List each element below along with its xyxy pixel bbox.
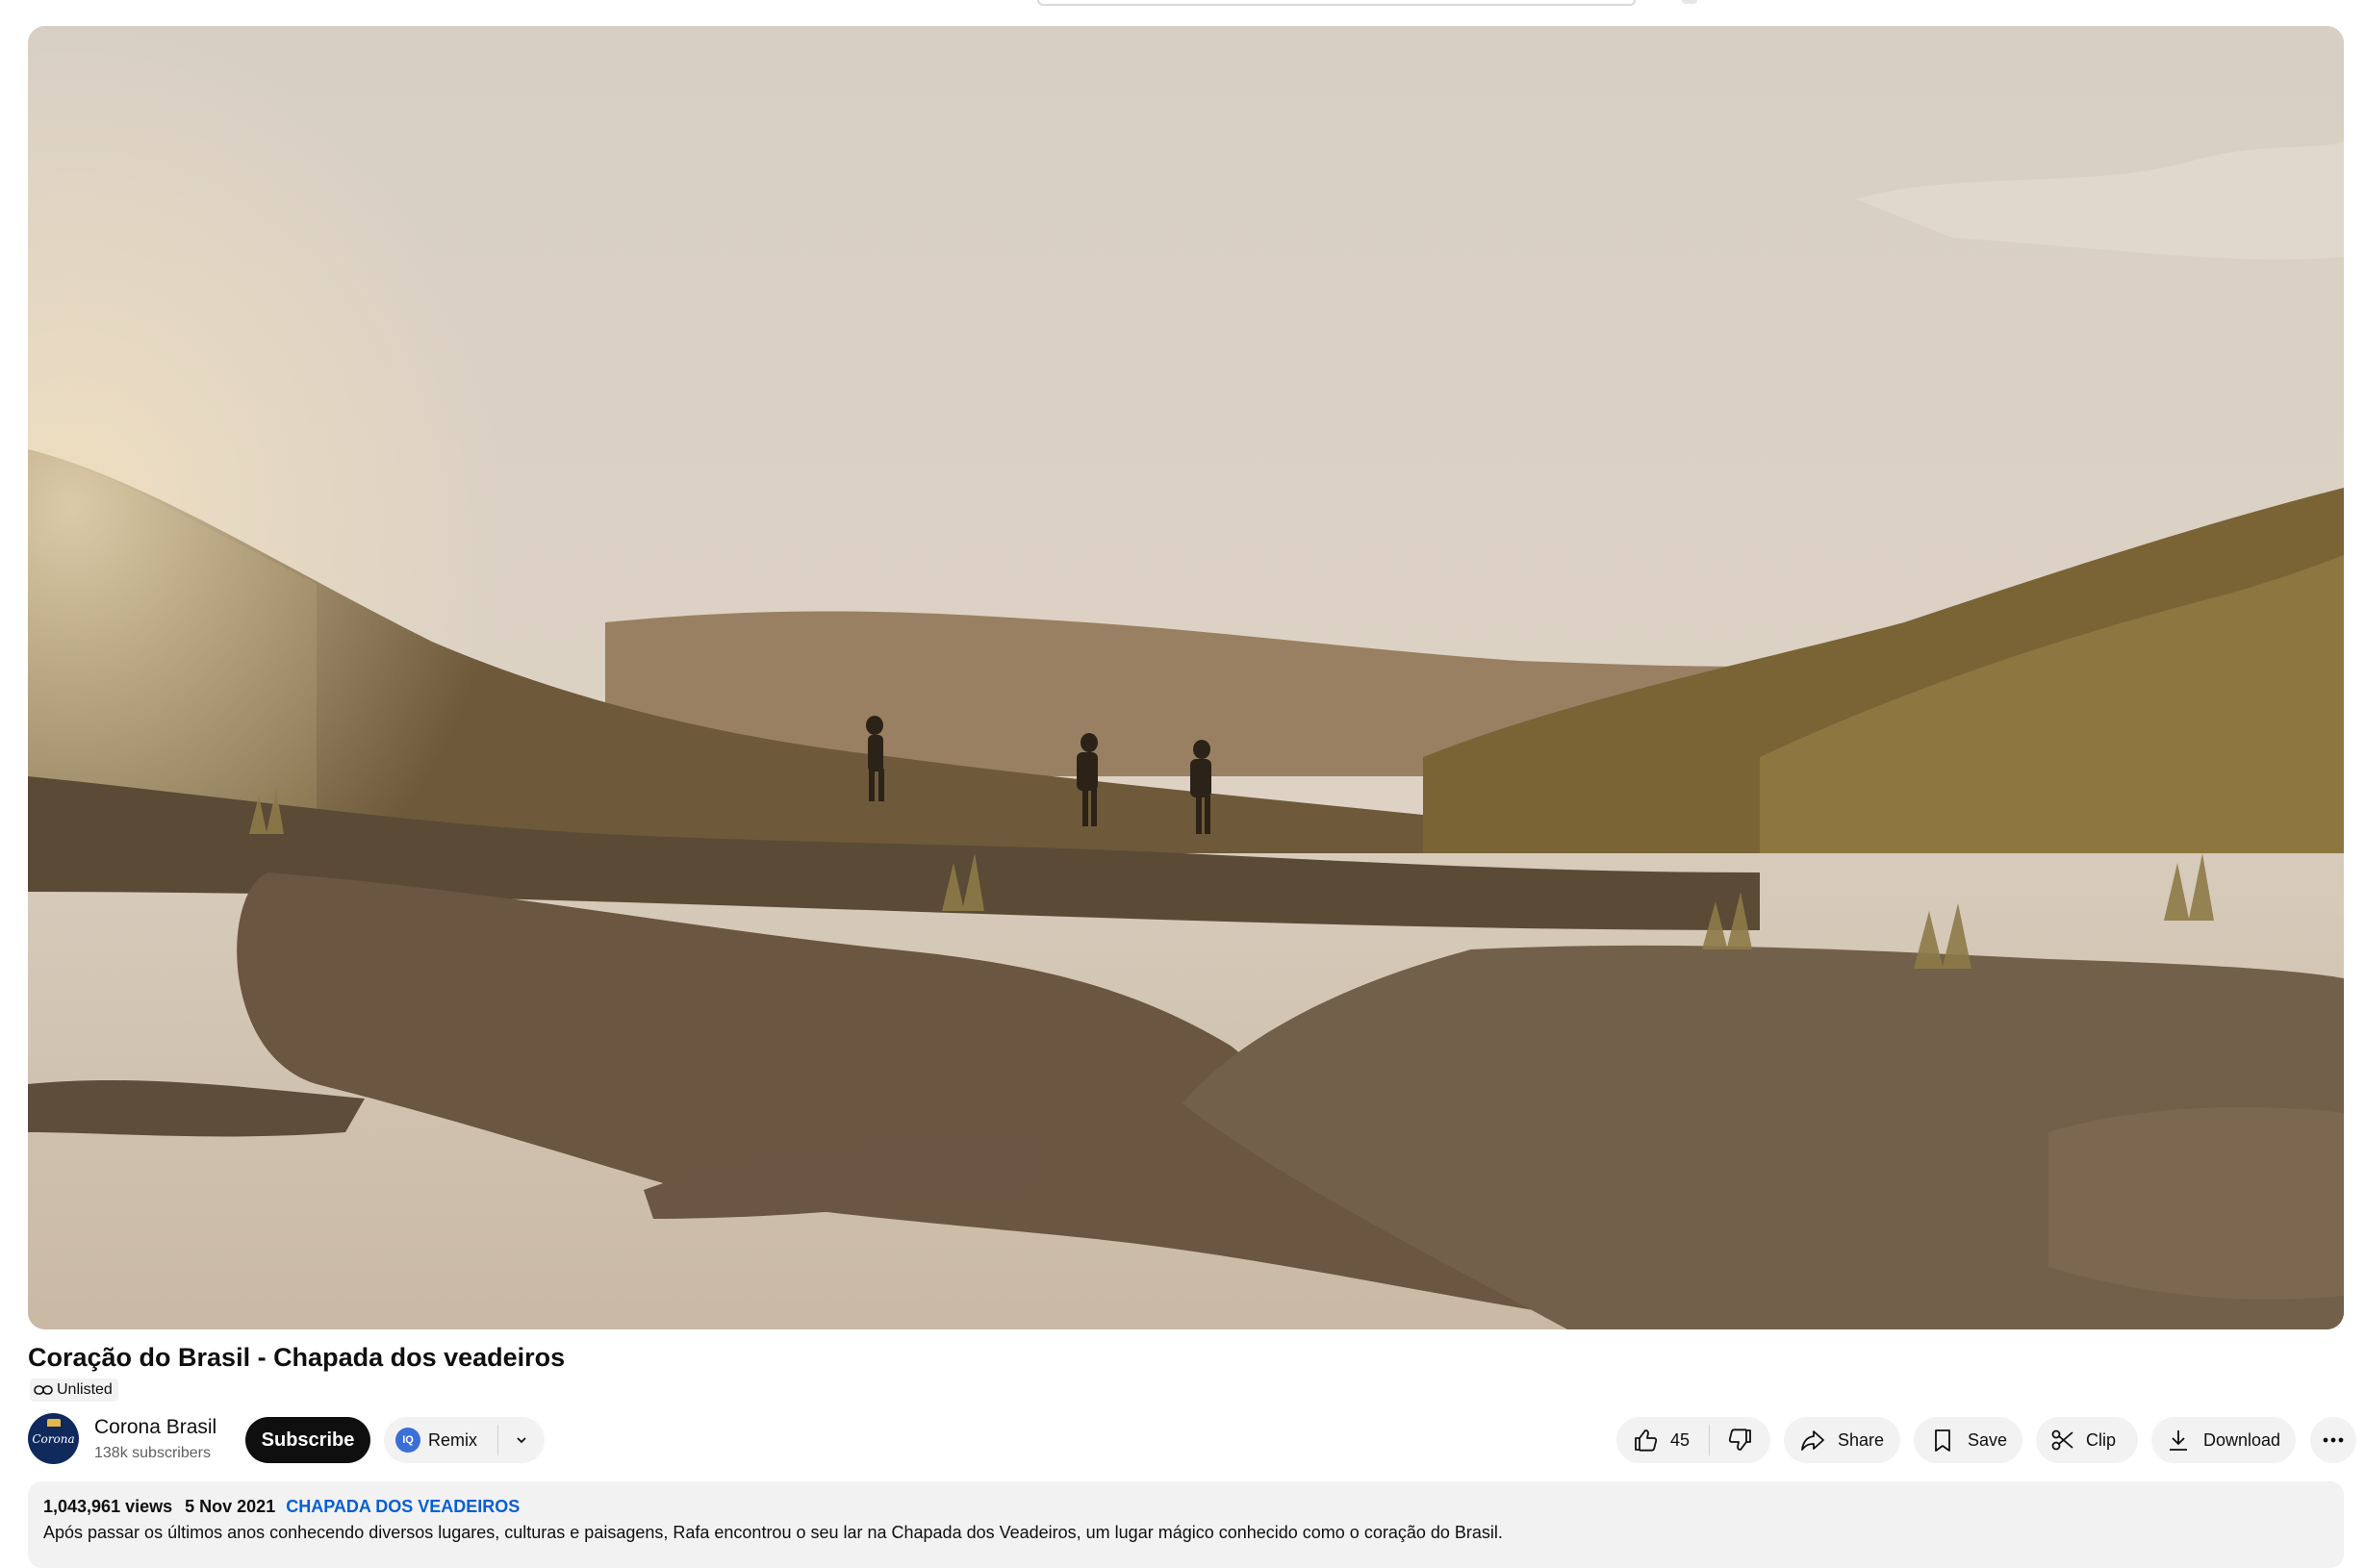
like-count: 45 — [1670, 1429, 1691, 1450]
thumbs-up-icon — [1635, 1429, 1658, 1452]
crown-icon — [47, 1419, 61, 1427]
share-button[interactable]: Share — [1784, 1417, 1900, 1463]
download-button[interactable]: Download — [2151, 1417, 2296, 1463]
share-arrow-icon — [1801, 1430, 1824, 1451]
download-label: Download — [2203, 1429, 2281, 1450]
channel-avatar[interactable]: Corona — [28, 1413, 79, 1464]
description-box[interactable]: 1,043,961 views 5 Nov 2021 CHAPADA DOS V… — [28, 1481, 2344, 1568]
upload-date: 5 Nov 2021 — [185, 1497, 276, 1516]
video-title: Coração do Brasil - Chapada dos veadeiro… — [28, 1343, 566, 1372]
download-icon — [2170, 1430, 2187, 1451]
like-button[interactable]: 45 — [1616, 1417, 1709, 1463]
more-horizontal-icon — [2323, 1437, 2344, 1443]
voice-search-button-edge[interactable] — [1682, 0, 1697, 4]
bookmark-icon — [1935, 1429, 1950, 1452]
description-meta: 1,043,961 views 5 Nov 2021 CHAPADA DOS V… — [43, 1497, 520, 1517]
channel-name[interactable]: Corona Brasil — [94, 1416, 216, 1439]
subscriber-count: 138k subscribers — [94, 1445, 211, 1461]
link-icon — [34, 1385, 53, 1395]
channel-action-row: Corona Corona Brasil 138k subscribers Su… — [28, 1408, 2356, 1472]
save-label: Save — [1968, 1429, 2008, 1450]
dislike-button[interactable] — [1710, 1417, 1770, 1463]
video-frame — [28, 26, 2344, 1329]
remix-button-group: IQ Remix — [384, 1417, 545, 1463]
clip-button[interactable]: Clip — [2036, 1417, 2138, 1463]
scissors-icon — [2051, 1429, 2073, 1451]
like-dislike-group: 45 — [1616, 1417, 1770, 1463]
hashtag-link[interactable]: CHAPADA DOS VEADEIROS — [286, 1497, 520, 1516]
thumbs-down-icon — [1728, 1429, 1751, 1451]
view-count: 1,043,961 views — [43, 1497, 173, 1516]
more-actions-button[interactable] — [2310, 1417, 2356, 1463]
chevron-down-icon — [517, 1437, 526, 1444]
clip-label: Clip — [2086, 1429, 2117, 1450]
remix-label: Remix — [428, 1429, 478, 1450]
search-bar-edge[interactable] — [1037, 0, 1636, 6]
unlisted-badge: Unlisted — [30, 1378, 118, 1402]
remix-icon: IQ — [395, 1428, 420, 1453]
save-button[interactable]: Save — [1914, 1417, 2022, 1463]
remix-button[interactable]: IQ Remix — [384, 1417, 497, 1463]
share-label: Share — [1838, 1429, 1885, 1450]
description-text: Após passar os últimos anos conhecendo d… — [43, 1523, 1503, 1542]
video-player[interactable] — [28, 26, 2344, 1329]
avatar-logo-text: Corona — [32, 1431, 75, 1446]
subscribe-button[interactable]: Subscribe — [245, 1417, 370, 1463]
unlisted-label: Unlisted — [57, 1381, 113, 1398]
remix-dropdown-button[interactable] — [498, 1417, 545, 1463]
